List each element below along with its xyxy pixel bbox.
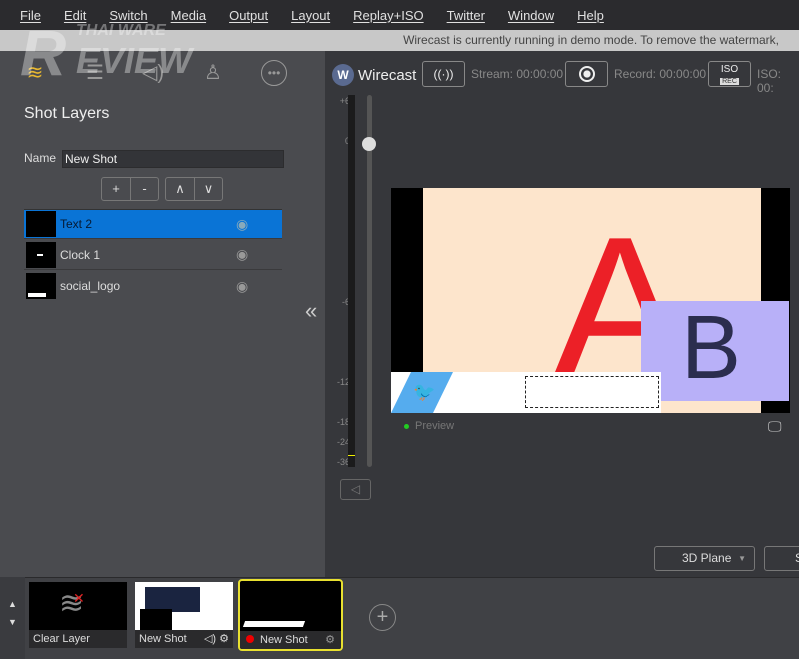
rec-icon: REC (720, 78, 739, 85)
layers-clear-icon: ≋ ✕ (59, 587, 85, 620)
shot-thumbnail-block (140, 609, 172, 630)
letter-b: B (681, 298, 742, 398)
volume-slider-handle[interactable] (362, 137, 376, 151)
iso-time: ISO: 00: (757, 67, 782, 95)
more-icon[interactable]: ••• (261, 60, 287, 86)
selection-box[interactable] (525, 376, 659, 408)
record-time: Record: 00:00:00 (614, 67, 707, 81)
eye-icon[interactable]: ◉ (236, 278, 256, 295)
layer-thumbnail (26, 241, 56, 268)
collapse-panel-button[interactable]: « (305, 298, 317, 324)
layer-row[interactable]: Clock 1 ◉ (24, 240, 282, 270)
layer-thumbnail (26, 211, 56, 237)
eye-icon[interactable]: ◉ (236, 216, 256, 233)
shot-thumbnail-bar (242, 621, 306, 627)
layer-name: social_logo (60, 279, 121, 293)
shot-name-input[interactable] (62, 150, 284, 168)
preview-label: Preview (404, 420, 454, 432)
add-remove-group: + - (101, 177, 159, 201)
shot-layers-panel (0, 51, 325, 577)
preview-text: Preview (415, 420, 455, 432)
reorder-group: ∧ ∨ (165, 177, 223, 201)
shot-caption: New Shot ⚙ (240, 631, 341, 649)
panel-title: Shot Layers (24, 105, 110, 122)
layer-row[interactable]: social_logo ◉ (24, 271, 282, 301)
move-down-button[interactable]: ∨ (194, 178, 222, 200)
monitor-icon[interactable]: 🖵 (768, 418, 782, 435)
scale-label: -36 (336, 457, 350, 467)
live-dot-icon (246, 635, 254, 643)
scale-label: -24 (336, 437, 350, 447)
speaker-mute-icon: ◁ (350, 482, 361, 496)
shot-label: Clear Layer (29, 630, 127, 648)
name-label: Name (24, 151, 57, 165)
scale-label: -12 (336, 377, 350, 387)
stream-time: Stream: 00:00:00 (471, 67, 564, 81)
scale-label: 0 (330, 136, 350, 146)
speaker-gear-icons[interactable]: ◁) ⚙ (204, 630, 229, 648)
record-icon (578, 66, 595, 82)
mute-button[interactable]: ◁ (340, 479, 371, 500)
menu-window[interactable]: Window (508, 8, 554, 23)
iso-label: ISO (720, 64, 739, 75)
add-shot-button[interactable]: + (369, 604, 396, 631)
shot-bar-arrows: ▲ ▼ (0, 577, 25, 659)
move-up-button[interactable]: ∧ (166, 178, 194, 200)
preview-canvas[interactable]: A B 🐦 (391, 188, 790, 413)
add-layer-button[interactable]: + (102, 178, 130, 200)
scroll-down-icon[interactable]: ▼ (0, 617, 25, 627)
shot-label: New Shot (260, 634, 308, 646)
iso-record-button[interactable]: ISO REC (708, 61, 751, 87)
wirecast-logo-icon: W (332, 64, 354, 86)
layer-thumbnail (26, 273, 56, 299)
layer-name: Clock 1 (60, 247, 101, 262)
watermark-logo: R THAI WARE EVIEW (20, 17, 193, 89)
menu-help[interactable]: Help (577, 8, 604, 23)
eye-icon[interactable]: ◉ (236, 246, 256, 263)
chevron-down-icon: ▼ (738, 554, 746, 563)
status-dot-icon (404, 423, 409, 429)
stream-button[interactable]: ((·)) (422, 61, 465, 87)
shot-new-shot-live[interactable]: New Shot ⚙ (238, 579, 343, 651)
shot-new-shot[interactable]: New Shot ◁) ⚙ (135, 582, 233, 648)
transition-value: 3D Plane (682, 551, 732, 565)
menu-layout[interactable]: Layout (291, 8, 330, 23)
scale-label: -6 (341, 297, 350, 307)
scroll-up-icon[interactable]: ▲ (0, 599, 25, 609)
app-logo-text: Wirecast (358, 67, 417, 84)
broadcast-icon: ((·)) (433, 67, 454, 81)
scale-label: -18 (336, 417, 350, 427)
gear-icon[interactable]: ⚙ (325, 631, 335, 649)
audio-meter (348, 95, 355, 467)
transition-button[interactable]: S (764, 546, 799, 571)
text-layer-b: B (641, 298, 789, 401)
record-button[interactable] (565, 61, 608, 87)
layer-name: Text 2 (60, 217, 93, 231)
menu-output[interactable]: Output (229, 8, 268, 23)
transition-dropdown[interactable]: 3D Plane ▼ (654, 546, 755, 571)
remove-layer-button[interactable]: - (130, 178, 158, 200)
menu-twitter[interactable]: Twitter (447, 8, 485, 23)
shot-clear-layer[interactable]: ≋ ✕ Clear Layer (29, 582, 127, 648)
scale-label: +6 (339, 96, 350, 106)
shot-label: New Shot (139, 633, 187, 645)
shot-caption: New Shot ◁) ⚙ (135, 630, 233, 648)
menu-replay-iso[interactable]: Replay+ISO (353, 8, 423, 23)
layer-row[interactable]: Text 2 ◉ (24, 209, 282, 239)
audio-level-marker (348, 455, 355, 456)
